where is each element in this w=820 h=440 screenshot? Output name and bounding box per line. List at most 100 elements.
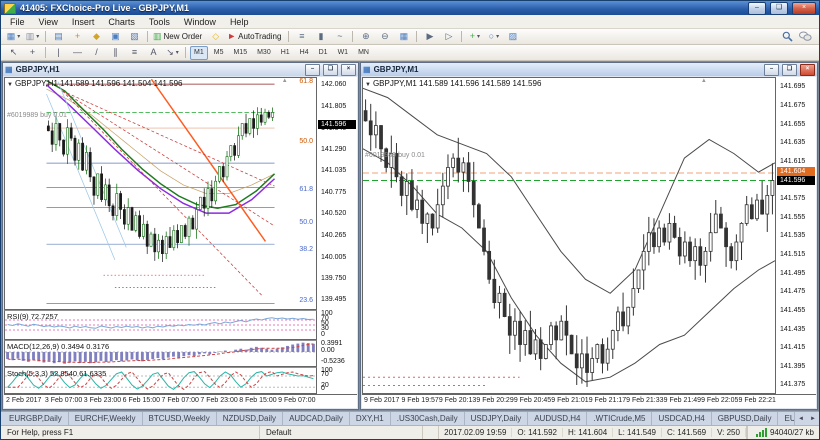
chart-shift-marker-icon: ▲ [700,78,707,84]
chart-tab[interactable]: .US30Cash,Daily [391,412,465,425]
chart-tab[interactable]: AUDCAD,Daily [283,412,350,425]
autotrading-icon: ► [227,31,237,41]
chart-h1-minimize-button[interactable]: – [305,63,320,76]
navigator-button[interactable]: ◆ [87,29,106,44]
periods-button[interactable]: ○ ▾ [484,29,503,44]
chart-m1-close-button[interactable]: × [800,63,815,76]
close-button[interactable]: × [792,1,816,15]
price-plot[interactable]: ▼ GBPJPY,M1 141.589 141.596 141.589 141.5… [362,77,776,394]
zoom-out-button[interactable]: ⊖ [375,29,394,44]
fibonacci-button[interactable]: ≡ [125,45,144,60]
profiles-button[interactable]: ▥ ▾ [23,29,42,44]
timeframe-m5-button[interactable]: M5 [210,46,228,60]
time-axis[interactable]: 2 Feb 2017 3 Feb 07:00 3 Feb 23:00 6 Feb 15… [4,394,317,408]
equidistant-channel-button[interactable]: ∥ [106,45,125,60]
timeframe-m1-button[interactable]: M1 [190,45,208,60]
menu-item-help[interactable]: Help [223,15,256,28]
menu-item-window[interactable]: Window [177,15,223,28]
indicator-pane-macd: MACD(12,26,9) 0.3494 0.3176 0.3991 0.00 -0.… [4,340,357,367]
strategy-tester-button[interactable]: ▧ [125,29,144,44]
horizontal-line-button[interactable]: — [68,45,87,60]
indicator-axis[interactable]: 100 70 50 30 0 [317,310,357,340]
minimize-button[interactable]: – [748,1,766,15]
chart-m1-minimize-button[interactable]: – [764,63,779,76]
restore-button[interactable]: ❑ [770,1,788,15]
chart-bars-button[interactable]: ≡ [292,29,311,44]
menu-item-insert[interactable]: Insert [65,15,102,28]
status-candle-info: 2017.02.09 19:59 O: 141.592 H: 141.604 L: 1… [438,426,747,439]
time-axis[interactable]: 9 Feb 2017 9 Feb 19:57 9 Feb 20:13 9 Feb 20… [362,394,776,408]
status-candle-value: V: 250 [712,428,746,437]
tab-scroll-left-icon[interactable]: ◄ [795,412,807,425]
chart-tab[interactable]: .WTICrude,M5 [587,412,653,425]
search-icon[interactable] [782,31,793,42]
chart-m1-title-bar[interactable]: ▦ GBPJPY,M1 – ❑ × [361,63,817,76]
timeframe-m30-button[interactable]: M30 [253,46,275,60]
data-window-button[interactable]: + [68,29,87,44]
menu-item-view[interactable]: View [32,15,65,28]
menu-item-tools[interactable]: Tools [142,15,177,28]
timeframe-m15-button[interactable]: M15 [229,46,251,60]
menu-item-file[interactable]: File [3,15,32,28]
market-watch-button[interactable]: ▤ [49,29,68,44]
indicator-plot[interactable]: Stoch(5,3,3) 52.8540 61.6335 [4,367,317,394]
fib-level-label: 61.8 [299,186,313,194]
chart-shift-button[interactable]: ▷ [439,29,458,44]
price-tick: 141.805 [321,102,347,110]
indicator-tick: 0 [321,331,325,338]
chart-h1-close-button[interactable]: × [341,63,356,76]
chart-h1-restore-button[interactable]: ❑ [323,63,338,76]
chart-tab[interactable]: EURGBP,Daily [3,412,69,425]
periods-icon: ○ [488,31,495,41]
vertical-line-button[interactable]: | [49,45,68,60]
timeframe-w1-button[interactable]: W1 [334,46,353,60]
chart-tab[interactable]: DXY,H1 [350,412,391,425]
crosshair-button[interactable]: + [23,45,42,60]
indicator-plot[interactable]: MACD(12,26,9) 0.3494 0.3176 [4,340,317,367]
chart-tab[interactable]: EURCHF,Weekly [69,412,143,425]
app-title-bar[interactable]: 41405: FXChoice-Pro Live - GBPJPY,M1 – ❑… [1,1,819,15]
zoom-in-button[interactable]: ⊕ [356,29,375,44]
terminal-button[interactable]: ▣ [106,29,125,44]
timeframe-d1-button[interactable]: D1 [315,46,332,60]
chart-tab[interactable]: USDCAD,H4 [652,412,712,425]
chart-m1-restore-button[interactable]: ❑ [782,63,797,76]
tile-windows-button[interactable]: ▦ [394,29,413,44]
chart-tab[interactable]: BTCUSD,Weekly [143,412,217,425]
chart-h1-title-bar[interactable]: ▦ GBPJPY,H1 – ❑ × [3,63,358,76]
price-tick: 140.520 [321,210,347,218]
timeframe-mn-button[interactable]: MN [354,46,373,60]
fib-level-label: 38.2 [299,246,313,254]
chat-icon[interactable] [799,31,812,42]
chart-h1-body: ▼ GBPJPY,H1 141.589 141.596 141.504 141.5… [4,77,357,408]
chart-tab[interactable]: GBPUSD,Daily [712,412,779,425]
price-plot[interactable]: ▼ GBPJPY,H1 141.589 141.596 141.504 141.5… [4,77,317,310]
arrows-button[interactable]: ↘ ▾ [163,45,182,60]
price-tick: 141.675 [780,101,806,109]
text-button[interactable]: A [144,45,163,60]
indicators-button[interactable]: + ▾ [465,29,484,44]
chart-line-button[interactable]: ~ [330,29,349,44]
tab-scroll-right-icon[interactable]: ► [807,412,819,425]
menu-item-charts[interactable]: Charts [101,15,142,28]
cursor-button[interactable]: ↖ [4,45,23,60]
new-order-button[interactable]: ▥ New Order [151,29,206,44]
indicator-axis[interactable]: 100 70 20 0 [317,367,357,394]
trendline-button[interactable]: / [87,45,106,60]
price-axis[interactable]: 142.060141.805141.540141.290141.035140.7… [317,77,357,389]
chart-tab[interactable]: AUDUSD,H4 [528,412,588,425]
templates-button[interactable]: ▨ [503,29,522,44]
price-axis[interactable]: 141.695 141.675 141.655 141.635 141.615 141.5… [776,77,816,394]
timeframe-h1-button[interactable]: H1 [277,46,294,60]
status-profile[interactable]: Default [260,426,423,439]
chart-tab[interactable]: NZDUSD,Daily [217,412,284,425]
auto-scroll-button[interactable]: ▶ [420,29,439,44]
indicator-axis[interactable]: 0.3991 0.00 -0.5236 [317,340,357,367]
autotrading-button[interactable]: ► AutoTrading [225,29,285,44]
new-chart-button[interactable]: ▦ ▾ [4,29,23,44]
indicator-plot[interactable]: RSI(9) 72.7257 [4,310,317,340]
timeframe-h4-button[interactable]: H4 [296,46,313,60]
metaeditor-button[interactable]: ◇ [206,29,225,44]
chart-candles-button[interactable]: ▮ [311,29,330,44]
chart-tab[interactable]: USDJPY,Daily [465,412,529,425]
